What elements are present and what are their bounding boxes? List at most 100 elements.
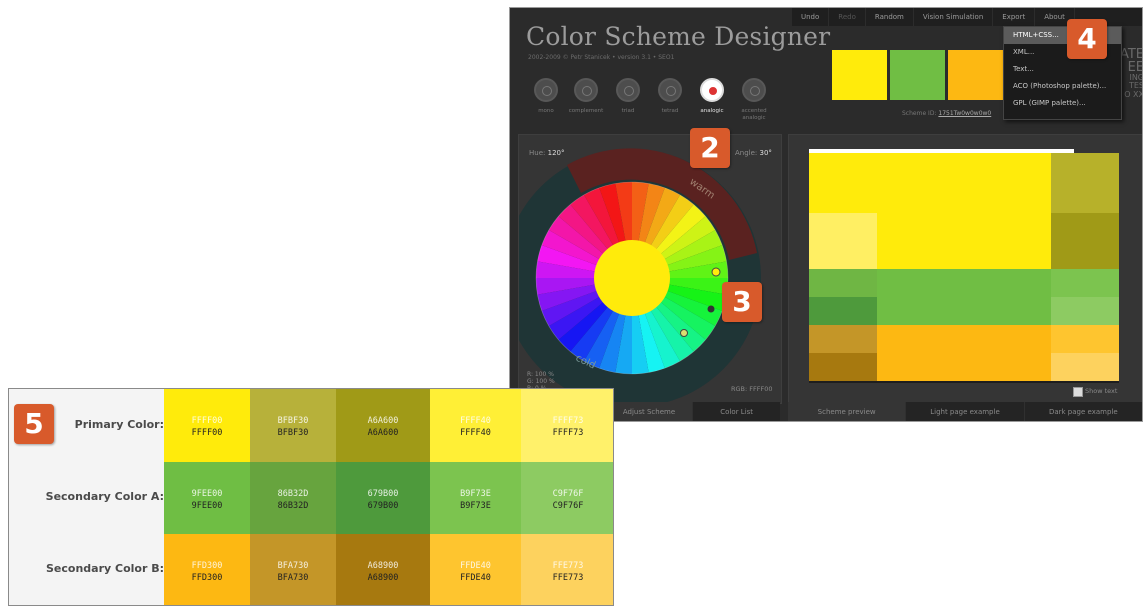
- hex-label-dark: A6A600: [367, 428, 399, 438]
- scheme-id: Scheme ID: 1751Tw0w0w0w0: [902, 110, 992, 117]
- hex-label-dark: B9F73E: [460, 501, 491, 511]
- color-cell: FFFF73 FFFF73: [521, 389, 613, 462]
- hex-label-dark: 86B32D: [277, 501, 309, 511]
- undo-button[interactable]: Undo: [792, 8, 830, 26]
- preview-block: [809, 325, 877, 353]
- hex-label-dark: FFD300: [191, 573, 223, 583]
- center-swatch: [594, 240, 670, 316]
- vision-simulation-button[interactable]: Vision Simulation: [914, 8, 994, 26]
- redo-button[interactable]: Redo: [829, 8, 866, 26]
- hex-label-light: B9F73E: [460, 489, 491, 499]
- preview-tabs: Scheme preview Light page example Dark p…: [788, 402, 1142, 421]
- color-cell: FFFF40 FFFF40: [430, 389, 521, 462]
- preview-block: [1051, 297, 1119, 325]
- color-cell: A68900 A68900: [336, 534, 430, 605]
- color-handle[interactable]: [680, 329, 688, 337]
- hex-label-light: A68900: [367, 561, 399, 571]
- mode-triad[interactable]: triad: [610, 78, 646, 115]
- mode-complement[interactable]: complement: [568, 78, 604, 115]
- hex-label-light: FFFF00: [191, 416, 223, 426]
- hex-label-light: 9FEE00: [191, 489, 223, 499]
- tab-adjust-scheme[interactable]: Adjust Scheme: [604, 402, 693, 421]
- hex-label-dark: 679B00: [367, 501, 399, 511]
- row-label-secondary-b: Secondary Color B:: [45, 562, 164, 575]
- hex-label-light: FFDE40: [460, 561, 491, 571]
- mode-tetrad[interactable]: tetrad: [652, 78, 688, 115]
- preview-block: [1051, 213, 1119, 269]
- random-button[interactable]: Random: [866, 8, 914, 26]
- color-cell: FFFF00 FFFF00: [164, 389, 250, 462]
- preview-block: [809, 213, 877, 269]
- color-list-table: Primary Color: Secondary Color A: Second…: [8, 388, 614, 606]
- tab-color-list[interactable]: Color List: [692, 402, 780, 421]
- hex-label-light: C9F76F: [552, 489, 584, 499]
- preview-block: [1051, 353, 1119, 381]
- hex-label-light: FFE773: [552, 561, 584, 571]
- color-handle[interactable]: [707, 305, 715, 313]
- hex-label-dark: A68900: [367, 573, 399, 583]
- step-badge-2: 2: [690, 128, 730, 168]
- scheme-preview-panel: Show text: [788, 134, 1142, 404]
- step-badge-3: 3: [722, 282, 762, 322]
- export-button[interactable]: Export: [993, 8, 1036, 26]
- export-text-item[interactable]: Text...: [1004, 61, 1121, 78]
- color-cell: 679B00 679B00: [336, 462, 430, 535]
- mode-mono[interactable]: mono: [528, 78, 564, 115]
- color-cell: FFE773 FFE773: [521, 534, 613, 605]
- scheme-id-link[interactable]: 1751Tw0w0w0w0: [938, 110, 991, 117]
- hex-label-dark: BFA730: [277, 573, 309, 583]
- preview-block: [877, 269, 1051, 325]
- preview-block: [809, 297, 877, 325]
- hex-label-light: FFD300: [191, 561, 223, 571]
- color-cell: FFD300 FFD300: [164, 534, 250, 605]
- rgb-hex-readout: RGB: FFFF00: [731, 385, 773, 393]
- tab-dark-page-example[interactable]: Dark page example: [1023, 402, 1142, 421]
- accented-analogic-icon: [742, 78, 766, 102]
- hex-label-dark: FFFF40: [460, 428, 491, 438]
- secondary-a-swatch: [890, 50, 945, 100]
- hex-label-dark: BFBF30: [277, 428, 309, 438]
- color-handle[interactable]: [711, 267, 721, 277]
- mono-icon: [534, 78, 558, 102]
- app-title: Color Scheme Designer: [526, 22, 831, 51]
- step-badge-4: 4: [1067, 19, 1107, 59]
- hex-label-dark: 9FEE00: [191, 501, 223, 511]
- color-cell: 9FEE00 9FEE00: [164, 462, 250, 535]
- hex-label-dark: FFDE40: [460, 573, 491, 583]
- mode-accented-analogic[interactable]: accented analogic: [736, 78, 772, 122]
- hex-label-light: A6A600: [367, 416, 399, 426]
- tetrad-icon: [658, 78, 682, 102]
- show-text-checkbox[interactable]: [1073, 387, 1083, 397]
- hex-label-light: 679B00: [367, 489, 399, 499]
- preview-block: [1051, 269, 1119, 297]
- step-badge-5: 5: [14, 404, 54, 444]
- triad-icon: [616, 78, 640, 102]
- color-cell: 86B32D 86B32D: [250, 462, 336, 535]
- hex-label-light: FFFF40: [460, 416, 491, 426]
- hex-label-light: FFFF73: [552, 416, 584, 426]
- color-cell: C9F76F C9F76F: [521, 462, 613, 535]
- tab-scheme-preview[interactable]: Scheme preview: [788, 402, 906, 421]
- color-wheel[interactable]: warm cold: [519, 135, 781, 403]
- hex-label-dark: FFE773: [552, 573, 584, 583]
- hex-label-light: BFBF30: [277, 416, 309, 426]
- complement-icon: [574, 78, 598, 102]
- analogic-icon: [700, 78, 724, 102]
- preview-block: [809, 353, 877, 381]
- scheme-mode-selector: mono complement triad tetrad analogic ac…: [528, 78, 778, 128]
- export-gpl-item[interactable]: GPL (GIMP palette)...: [1004, 95, 1121, 112]
- preview-block: [1051, 325, 1119, 353]
- export-aco-item[interactable]: ACO (Photoshop palette)...: [1004, 78, 1121, 95]
- color-scheme-designer-window: Color Scheme Designer 2002-2009 © Petr S…: [509, 7, 1143, 422]
- color-cell: FFDE40 FFDE40: [430, 534, 521, 605]
- show-text-label: Show text: [1085, 387, 1118, 395]
- hex-label-dark: FFFF00: [191, 428, 223, 438]
- tab-light-page-example[interactable]: Light page example: [905, 402, 1023, 421]
- mode-analogic[interactable]: analogic: [694, 78, 730, 115]
- hex-label-light: BFA730: [277, 561, 309, 571]
- color-cell: BFA730 BFA730: [250, 534, 336, 605]
- primary-swatch: [832, 50, 887, 100]
- app-subtitle: 2002-2009 © Petr Stanicek • version 3.1 …: [528, 54, 675, 61]
- hex-label-dark: C9F76F: [552, 501, 584, 511]
- row-label-secondary-a: Secondary Color A:: [45, 490, 164, 503]
